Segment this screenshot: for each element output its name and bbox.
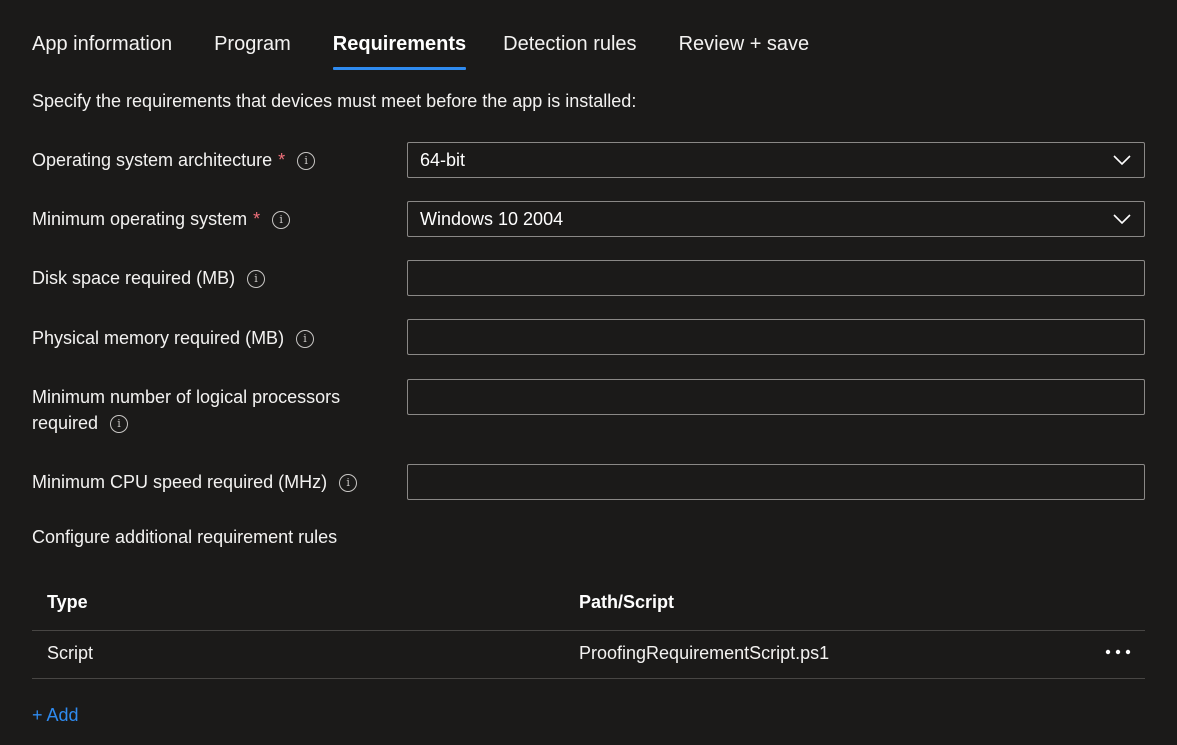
- cpu-speed-label: Minimum CPU speed required (MHz) i: [32, 469, 392, 495]
- additional-rules-title: Configure additional requirement rules: [32, 527, 338, 547]
- wizard-tabs: App information Program Requirements Det…: [32, 30, 851, 70]
- tab-review-save[interactable]: Review + save: [679, 30, 810, 70]
- intro-text: Specify the requirements that devices mu…: [32, 91, 637, 111]
- info-icon[interactable]: i: [247, 270, 266, 288]
- chevron-down-icon: [1113, 214, 1131, 225]
- requirement-rules-table: Type Path/Script Script ProofingRequirem…: [32, 584, 1145, 679]
- disk-space-input-box: [407, 260, 1145, 296]
- minimum-os-label: Minimum operating system * i: [32, 206, 392, 232]
- info-icon[interactable]: i: [297, 152, 316, 170]
- tab-requirements[interactable]: Requirements: [332, 30, 467, 70]
- disk-space-label: Disk space required (MB) i: [32, 265, 392, 291]
- add-rule-link[interactable]: + Add: [32, 705, 79, 726]
- logical-processors-input-box: [407, 379, 1145, 415]
- info-icon[interactable]: i: [296, 330, 315, 348]
- info-icon[interactable]: i: [339, 474, 358, 492]
- cpu-speed-input[interactable]: [408, 465, 1144, 499]
- table-row[interactable]: Script ProofingRequirementScript.ps1: [32, 631, 1145, 679]
- logical-processors-input[interactable]: [408, 380, 1144, 414]
- physical-memory-input[interactable]: [408, 320, 1144, 354]
- table-header: Type Path/Script: [32, 584, 1145, 631]
- minimum-os-dropdown[interactable]: Windows 10 2004: [407, 201, 1145, 237]
- more-icon[interactable]: [1105, 645, 1131, 659]
- tab-detection-rules[interactable]: Detection rules: [503, 30, 636, 70]
- minimum-os-value: Windows 10 2004: [420, 209, 564, 229]
- requirements-page: App information Program Requirements Det…: [0, 0, 1177, 745]
- row-type: Script: [47, 643, 94, 663]
- tab-program[interactable]: Program: [214, 30, 291, 70]
- required-indicator: *: [278, 150, 286, 170]
- physical-memory-input-box: [407, 319, 1145, 355]
- os-architecture-row: Operating system architecture * i 64-bit: [32, 142, 1145, 178]
- physical-memory-row: Physical memory required (MB) i: [32, 319, 1145, 355]
- logical-processors-row: Minimum number of logical processors req…: [32, 379, 1145, 439]
- required-indicator: *: [253, 209, 261, 229]
- logical-processors-label: Minimum number of logical processors req…: [32, 387, 341, 433]
- os-architecture-dropdown[interactable]: 64-bit: [407, 142, 1145, 178]
- column-header-path: Path/Script: [579, 592, 675, 612]
- column-header-type: Type: [47, 592, 88, 612]
- info-icon[interactable]: i: [272, 211, 291, 229]
- info-icon[interactable]: i: [110, 415, 129, 433]
- cpu-speed-row: Minimum CPU speed required (MHz) i: [32, 464, 1145, 500]
- chevron-down-icon: [1113, 155, 1131, 166]
- cpu-speed-input-box: [407, 464, 1145, 500]
- os-architecture-value: 64-bit: [420, 150, 466, 170]
- minimum-os-row: Minimum operating system * i Windows 10 20…: [32, 201, 1145, 237]
- physical-memory-label: Physical memory required (MB) i: [32, 325, 392, 351]
- disk-space-input[interactable]: [408, 261, 1144, 295]
- tab-app-information[interactable]: App information: [32, 30, 172, 70]
- os-architecture-label: Operating system architecture * i: [32, 147, 392, 173]
- disk-space-row: Disk space required (MB) i: [32, 260, 1145, 296]
- row-path: ProofingRequirementScript.ps1: [579, 643, 830, 663]
